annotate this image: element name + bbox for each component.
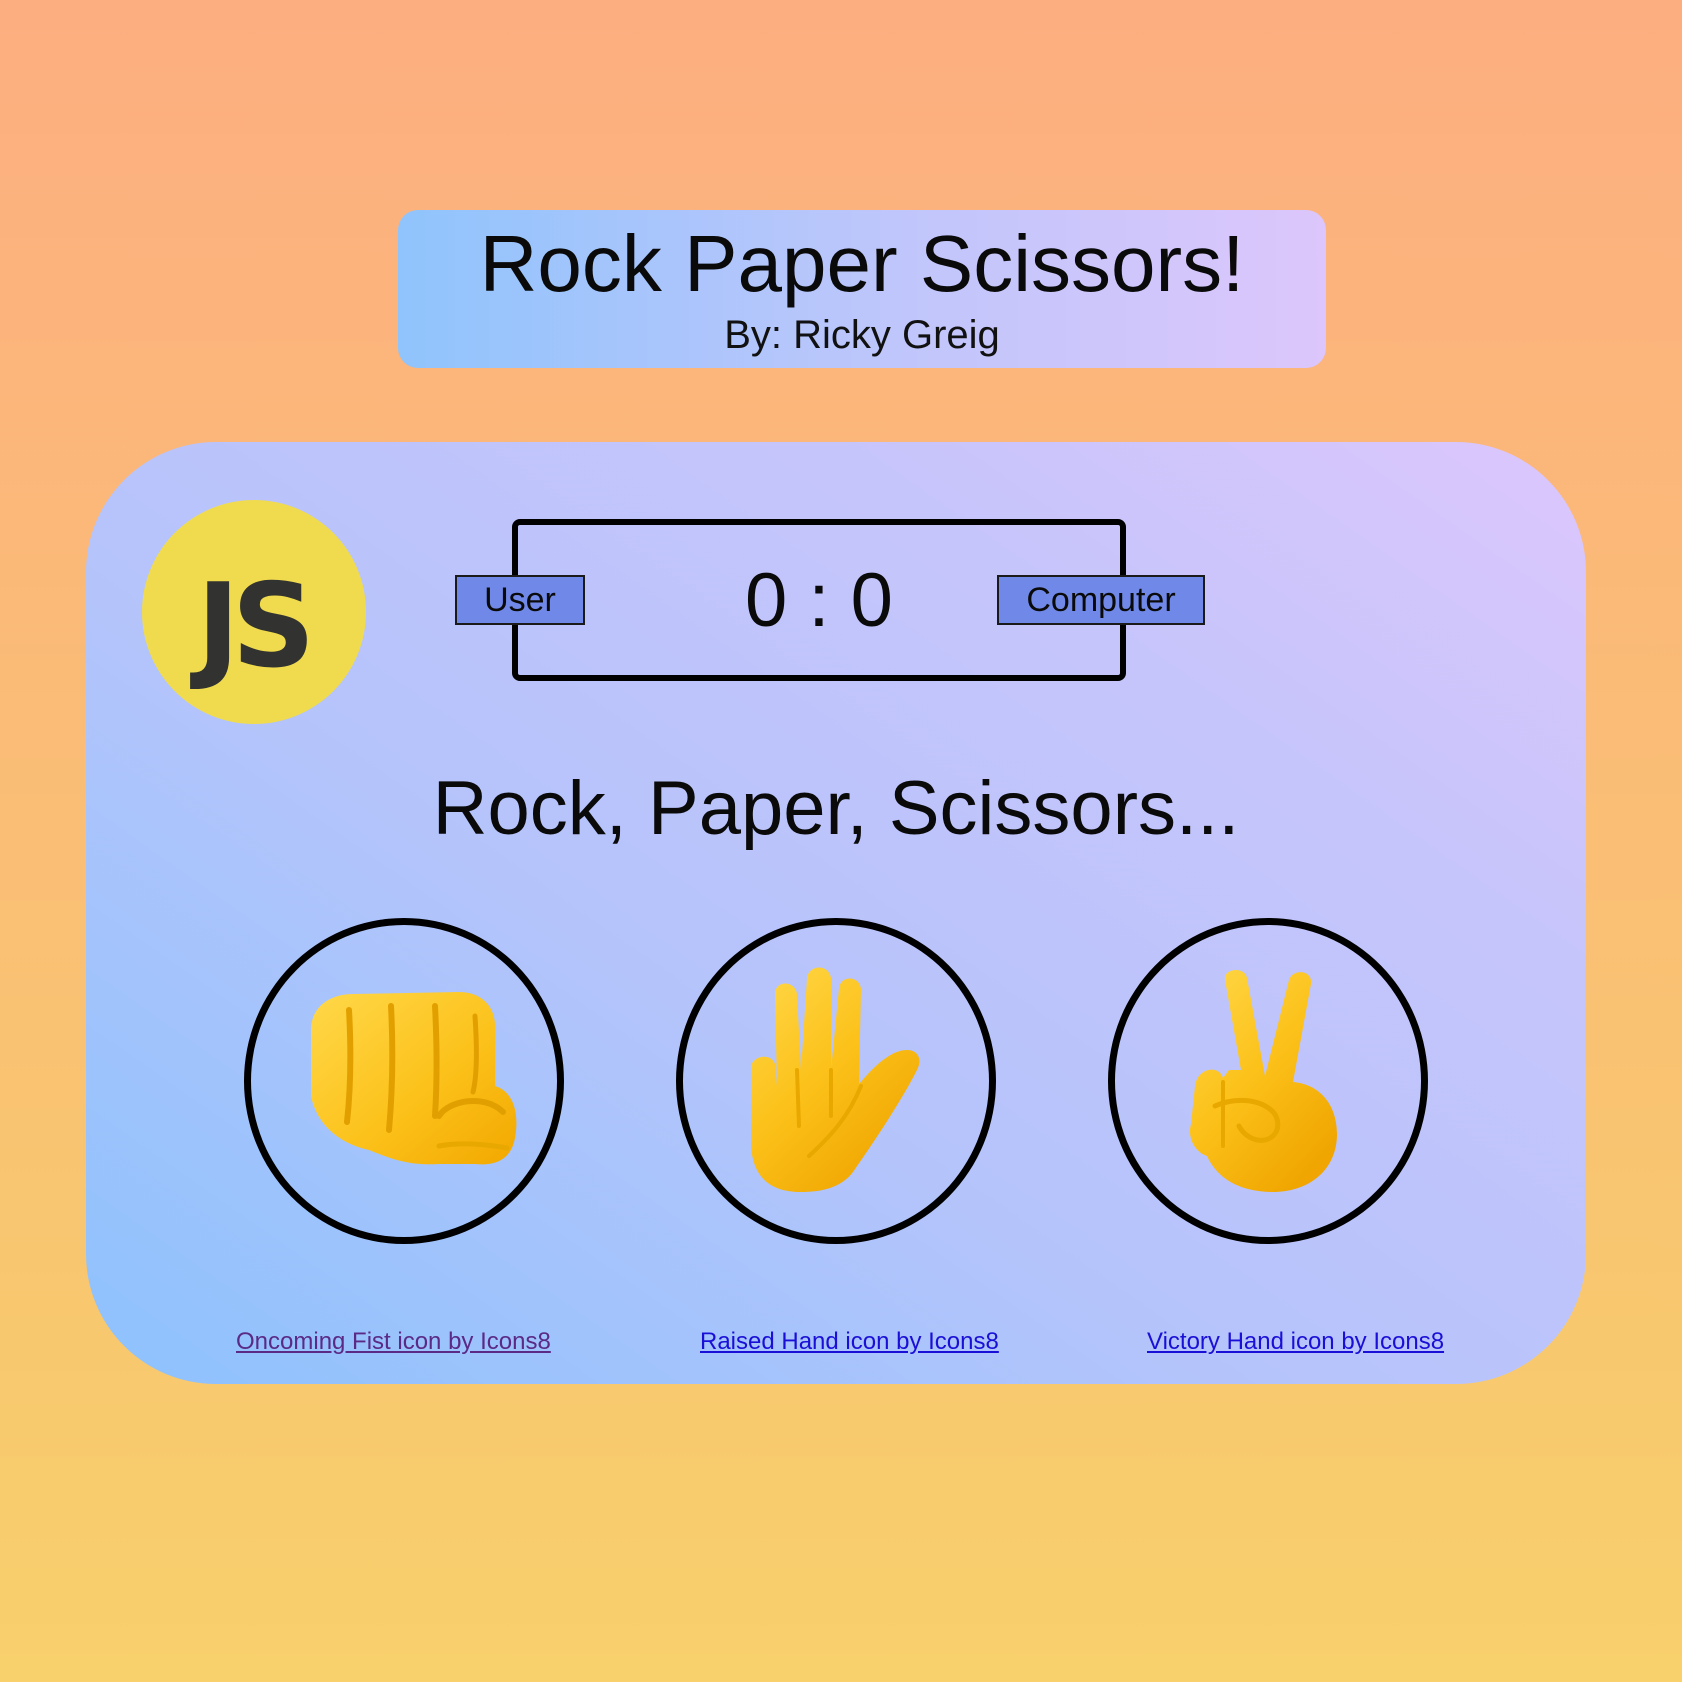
javascript-logo: JS <box>142 500 366 724</box>
oncoming-fist-icon <box>311 992 517 1165</box>
page-title: Rock Paper Scissors! <box>479 219 1245 308</box>
computer-label: Computer <box>997 575 1205 625</box>
author-subtitle: By: Ricky Greig <box>724 313 1000 357</box>
game-prompt: Rock, Paper, Scissors... <box>432 766 1240 851</box>
user-label: User <box>455 575 585 625</box>
header: Rock Paper Scissors! By: Ricky Greig <box>398 210 1326 368</box>
credit-link-paper[interactable]: Raised Hand icon by Icons8 <box>700 1328 999 1356</box>
raised-hand-icon <box>751 967 920 1192</box>
credit-link-rock[interactable]: Oncoming Fist icon by Icons8 <box>236 1328 551 1356</box>
scissors-button[interactable] <box>1108 918 1428 1244</box>
paper-button[interactable] <box>676 918 996 1244</box>
rock-button[interactable] <box>244 918 564 1244</box>
logo-text: JS <box>196 558 316 694</box>
victory-hand-icon <box>1189 969 1337 1192</box>
game-card: JS 0 : 0 User Computer Rock, Paper, Scis… <box>86 442 1586 1384</box>
credit-link-scissors[interactable]: Victory Hand icon by Icons8 <box>1147 1328 1444 1356</box>
